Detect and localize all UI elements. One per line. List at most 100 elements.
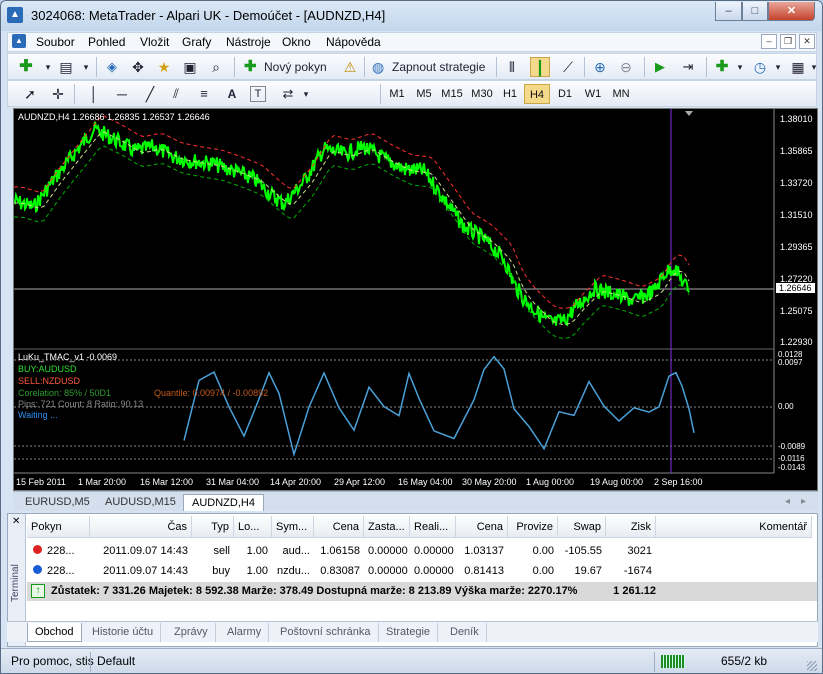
status-traffic: 655/2 kb bbox=[721, 654, 768, 668]
mdi-close-button[interactable]: ✕ bbox=[799, 34, 815, 49]
indicators-icon[interactable]: ✚ bbox=[712, 57, 732, 77]
close-button[interactable]: ✕ bbox=[768, 2, 815, 21]
arrows-icon[interactable]: ⇄ bbox=[278, 84, 298, 104]
tab-obchod[interactable]: Obchod bbox=[27, 623, 82, 642]
chart-tab-eurusd[interactable]: EURUSD,M5 bbox=[17, 494, 98, 511]
col-header-symbol[interactable]: Sym... bbox=[272, 516, 314, 538]
horizontal-line-icon[interactable]: ─ bbox=[112, 84, 132, 104]
mdi-minimize-button[interactable]: – bbox=[761, 34, 777, 49]
enable-strategies-button[interactable]: ◍ Zapnout strategie bbox=[368, 57, 492, 77]
timeframe-m30[interactable]: M30 bbox=[468, 84, 496, 104]
table-row[interactable]: 228... 2011.09.07 14:43 buy 1.00 nzdu...… bbox=[27, 561, 817, 581]
timeframe-m1[interactable]: M1 bbox=[384, 84, 410, 104]
cursor-icon[interactable]: ➚ bbox=[20, 84, 40, 104]
menu-pohled[interactable]: Pohled bbox=[88, 35, 125, 49]
navigator-icon[interactable]: ✥ bbox=[128, 57, 148, 77]
mdi-restore-button[interactable]: ❐ bbox=[780, 34, 796, 49]
balance-arrow-icon: ↑ bbox=[31, 584, 45, 598]
chart-tab-audusd[interactable]: AUDUSD,M15 bbox=[97, 494, 184, 511]
table-row[interactable]: 228... 2011.09.07 14:43 sell 1.00 aud...… bbox=[27, 541, 817, 561]
data-window-icon[interactable]: ★ bbox=[154, 57, 174, 77]
chart-tab-audnzd[interactable]: AUDNZD,H4 bbox=[183, 494, 264, 511]
timeframe-d1[interactable]: D1 bbox=[552, 84, 578, 104]
col-header-ticket[interactable]: Pokyn bbox=[27, 516, 90, 538]
terminal-close-icon[interactable]: ✕ bbox=[12, 516, 20, 527]
tab-historie-uctu[interactable]: Historie účtu bbox=[85, 623, 162, 642]
col-header-lots[interactable]: Lo... bbox=[234, 516, 272, 538]
tab-alarmy[interactable]: Alarmy bbox=[220, 623, 270, 642]
timeframe-h1[interactable]: H1 bbox=[497, 84, 523, 104]
text-tool-icon[interactable]: A bbox=[222, 84, 242, 104]
timeframe-m15[interactable]: M15 bbox=[438, 84, 466, 104]
new-order-button[interactable]: ✚ Nový pokyn bbox=[240, 57, 340, 77]
tab-denik[interactable]: Deník bbox=[443, 623, 487, 642]
timeframe-w1[interactable]: W1 bbox=[580, 84, 606, 104]
timeframe-h4[interactable]: H4 bbox=[524, 84, 550, 104]
terminal-icon[interactable]: ▣ bbox=[180, 57, 200, 77]
new-chart-icon[interactable]: ✚ bbox=[16, 57, 36, 77]
zoom-out-icon[interactable]: ⊖ bbox=[616, 57, 636, 77]
time-label: 31 Mar 04:00 bbox=[206, 477, 260, 487]
menu-nastroje[interactable]: Nástroje bbox=[226, 35, 271, 49]
col-header-profit[interactable]: Zisk bbox=[606, 516, 656, 538]
vertical-line-icon[interactable]: │ bbox=[84, 84, 104, 104]
line-chart-icon[interactable]: ⟋ bbox=[558, 57, 578, 77]
menu-grafy[interactable]: Grafy bbox=[182, 35, 211, 49]
strategy-tester-icon[interactable]: ⌕ bbox=[206, 57, 226, 77]
autoscroll-icon[interactable]: ▶ bbox=[650, 57, 670, 77]
fibonacci-icon[interactable]: ≡ bbox=[194, 84, 214, 104]
menu-soubor[interactable]: Soubor bbox=[36, 35, 75, 49]
cell-commission: 0.00 bbox=[532, 565, 554, 577]
col-header-comment[interactable]: Komentář bbox=[656, 516, 812, 538]
menu-okno[interactable]: Okno bbox=[282, 35, 311, 49]
tab-scroll-right-icon[interactable]: ▸ bbox=[801, 496, 806, 507]
chart-window-icon: ▲ bbox=[12, 34, 26, 48]
chart-window[interactable]: AUDNZD,H4 1.26686 1.26835 1.26537 1.2664… bbox=[13, 108, 818, 491]
text-label-icon[interactable]: T bbox=[250, 86, 266, 102]
time-label: 2 Sep 16:00 bbox=[654, 477, 703, 487]
zoom-in-icon[interactable]: ⊕ bbox=[590, 57, 610, 77]
tab-scroll-left-icon[interactable]: ◂ bbox=[785, 496, 790, 507]
menu-napoveda[interactable]: Nápověda bbox=[326, 35, 381, 49]
current-price-label: 1.26646 bbox=[776, 283, 815, 293]
col-header-swap[interactable]: Swap bbox=[558, 516, 606, 538]
periods-dropdown-icon[interactable]: ▾ bbox=[768, 57, 788, 77]
tab-postovni-schranka[interactable]: Poštovní schránka bbox=[273, 623, 379, 642]
bar-chart-icon[interactable]: ⫴ bbox=[502, 57, 522, 77]
equidistant-channel-icon[interactable]: ⫽ bbox=[166, 84, 186, 104]
col-header-type[interactable]: Typ bbox=[192, 516, 234, 538]
tab-zpravy[interactable]: Zprávy bbox=[167, 623, 216, 642]
col-header-sl[interactable]: Zasta... bbox=[364, 516, 410, 538]
timeframe-mn[interactable]: MN bbox=[608, 84, 634, 104]
price-label: 1.38010 bbox=[780, 114, 813, 124]
market-watch-icon[interactable]: ◈ bbox=[102, 57, 122, 77]
crosshair-icon[interactable]: ✛ bbox=[48, 84, 68, 104]
cell-profit: 3021 bbox=[627, 545, 652, 557]
menu-vlozit[interactable]: Vložit bbox=[140, 35, 169, 49]
trendline-icon[interactable]: ╱ bbox=[140, 84, 160, 104]
chart-shift-icon[interactable]: ⇥ bbox=[678, 57, 698, 77]
timeframe-m5[interactable]: M5 bbox=[411, 84, 437, 104]
indicators-dropdown-icon[interactable]: ▾ bbox=[730, 57, 750, 77]
col-header-price[interactable]: Cena bbox=[314, 516, 364, 538]
resize-grip-icon[interactable] bbox=[807, 661, 817, 671]
maximize-button[interactable]: □ bbox=[742, 2, 768, 21]
dropdown-arrow-icon[interactable]: ▾ bbox=[38, 57, 58, 77]
col-header-current-price[interactable]: Cena bbox=[456, 516, 508, 538]
minimize-button[interactable]: – bbox=[715, 2, 742, 21]
arrows-dropdown-icon[interactable]: ▾ bbox=[296, 84, 316, 104]
profiles-dropdown-icon[interactable]: ▾ bbox=[76, 57, 96, 77]
profiles-icon[interactable]: ▤ bbox=[56, 57, 76, 77]
price-label: 1.33720 bbox=[780, 178, 813, 188]
col-header-time[interactable]: Čas bbox=[90, 516, 192, 538]
periods-icon[interactable]: ◷ bbox=[750, 57, 770, 77]
col-header-commission[interactable]: Provize bbox=[508, 516, 558, 538]
tab-strategie[interactable]: Strategie bbox=[379, 623, 439, 642]
price-chart-svg[interactable] bbox=[14, 109, 819, 492]
chart-tabs: EURUSD,M5 AUDUSD,M15 AUDNZD,H4 ◂ ▸ bbox=[13, 491, 818, 511]
col-header-tp[interactable]: Reali... bbox=[410, 516, 456, 538]
candlestick-chart-icon[interactable]: ┃ bbox=[530, 57, 550, 77]
status-help: Pro pomoc, stis bbox=[11, 654, 94, 668]
alert-icon[interactable]: ⚠ bbox=[340, 57, 360, 77]
templates-dropdown-icon[interactable]: ▾ bbox=[804, 57, 822, 77]
